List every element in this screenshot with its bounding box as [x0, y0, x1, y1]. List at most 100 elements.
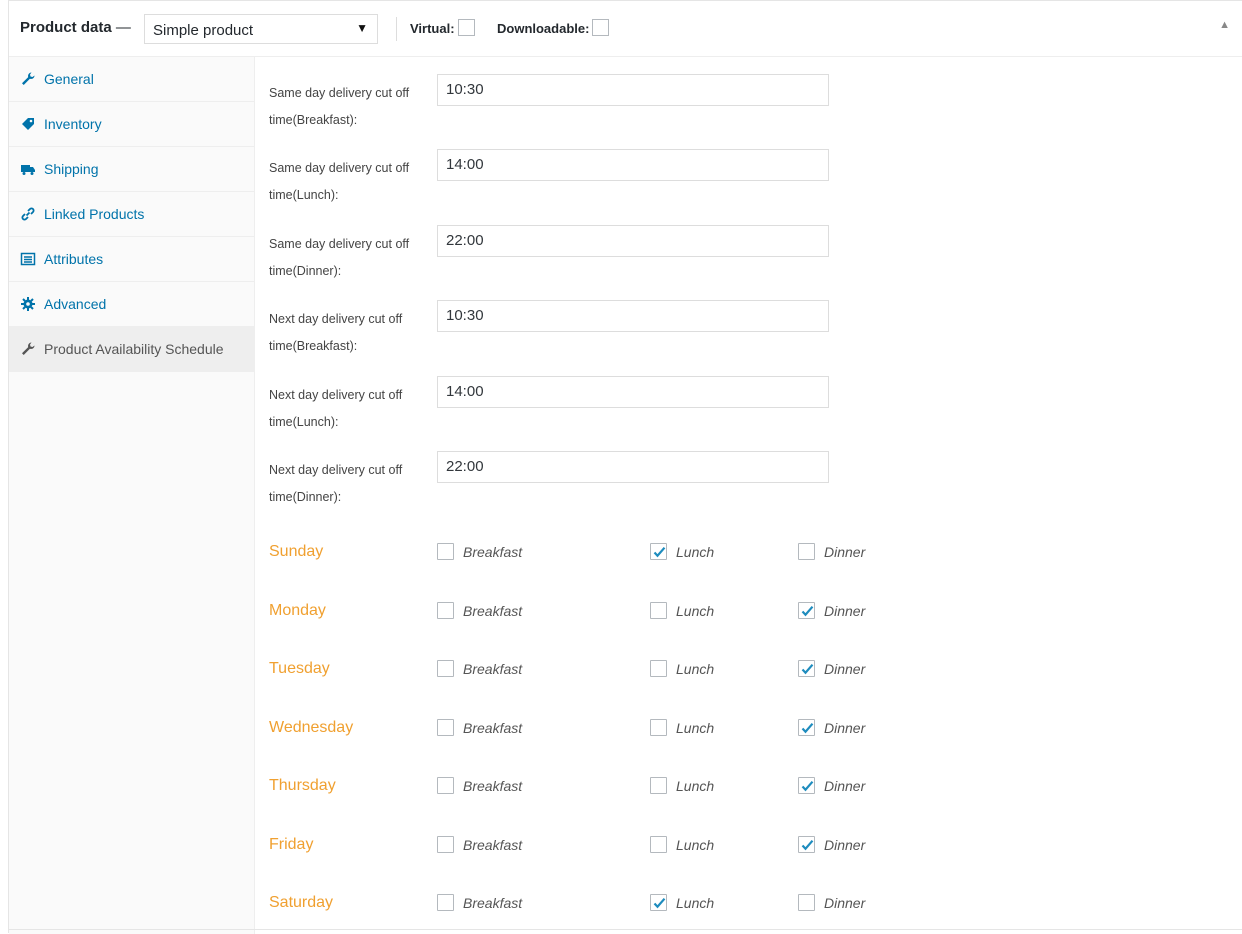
- cutoff-label: Next day delivery cut off time(Breakfast…: [269, 312, 403, 353]
- schedule-panel: Same day delivery cut off time(Breakfast…: [255, 57, 1242, 934]
- dinner-label: Dinner: [824, 720, 866, 736]
- dinner-checkbox[interactable]: [798, 660, 815, 677]
- dinner-checkbox[interactable]: [798, 543, 815, 560]
- cutoff-label: Same day delivery cut off time(Dinner):: [269, 237, 410, 278]
- tab-label: Advanced: [44, 296, 107, 312]
- schedule-row-wednesday: Wednesday Breakfast Lunch Dinner: [269, 715, 969, 745]
- product-data-panel: Product data — Simple product ▼ Virtual:…: [8, 0, 1242, 934]
- checkmark-icon: [653, 897, 666, 909]
- dinner-checkbox[interactable]: [798, 719, 815, 736]
- cutoff-field: Same day delivery cut off time(Breakfast…: [269, 74, 869, 134]
- downloadable-checkbox[interactable]: [592, 19, 609, 36]
- downloadable-label: Downloadable:: [497, 21, 590, 36]
- dinner-label: Dinner: [824, 837, 866, 853]
- breakfast-checkbox[interactable]: [437, 836, 454, 853]
- header-divider: [396, 17, 397, 41]
- checkmark-icon: [801, 839, 814, 851]
- schedule-row-monday: Monday Breakfast Lunch Dinner: [269, 598, 969, 628]
- cutoff-input-same-day-dinner[interactable]: 22:00: [437, 225, 829, 257]
- tab-inventory[interactable]: Inventory: [9, 102, 254, 147]
- checkmark-icon: [801, 722, 814, 734]
- breakfast-checkbox[interactable]: [437, 660, 454, 677]
- lunch-checkbox[interactable]: [650, 719, 667, 736]
- tab-product-availability-schedule[interactable]: Product Availability Schedule: [9, 327, 254, 372]
- dinner-label: Dinner: [824, 544, 866, 560]
- lunch-label: Lunch: [676, 544, 715, 560]
- lunch-checkbox[interactable]: [650, 836, 667, 853]
- tab-label: General: [44, 71, 94, 87]
- link-icon: [21, 207, 35, 221]
- schedule-row-saturday: Saturday Breakfast Lunch Dinner: [269, 890, 969, 920]
- cutoff-input-same-day-breakfast[interactable]: 10:30: [437, 74, 829, 106]
- cutoff-input-same-day-lunch[interactable]: 14:00: [437, 149, 829, 181]
- breakfast-checkbox[interactable]: [437, 777, 454, 794]
- panel-bottom-border: [9, 929, 1242, 930]
- title-dash: —: [115, 19, 131, 36]
- breakfast-label: Breakfast: [463, 661, 523, 677]
- breakfast-label: Breakfast: [463, 603, 523, 619]
- lunch-checkbox[interactable]: [650, 543, 667, 560]
- breakfast-checkbox[interactable]: [437, 719, 454, 736]
- chevron-down-icon: ▼: [356, 21, 368, 35]
- lunch-checkbox[interactable]: [650, 777, 667, 794]
- lunch-checkbox[interactable]: [650, 894, 667, 911]
- day-label: Monday: [269, 602, 326, 619]
- tab-attributes[interactable]: Attributes: [9, 237, 254, 282]
- checkmark-icon: [801, 605, 814, 617]
- panel-header: Product data — Simple product ▼ Virtual:…: [9, 1, 1242, 57]
- tab-label: Attributes: [44, 251, 104, 267]
- schedule-row-friday: Friday Breakfast Lunch Dinner: [269, 832, 969, 862]
- tab-linked-products[interactable]: Linked Products: [9, 192, 254, 237]
- day-label: Thursday: [269, 777, 336, 794]
- breakfast-checkbox[interactable]: [437, 602, 454, 619]
- cutoff-field: Next day delivery cut off time(Breakfast…: [269, 300, 869, 360]
- collapse-arrow-icon[interactable]: ▲: [1219, 19, 1230, 31]
- lunch-label: Lunch: [676, 720, 715, 736]
- tab-label: Shipping: [44, 161, 99, 177]
- cutoff-input-next-day-dinner[interactable]: 22:00: [437, 451, 829, 483]
- dinner-label: Dinner: [824, 603, 866, 619]
- lunch-label: Lunch: [676, 778, 715, 794]
- virtual-label: Virtual:: [410, 21, 455, 36]
- cutoff-field: Same day delivery cut off time(Dinner): …: [269, 225, 869, 285]
- product-type-select[interactable]: Simple product ▼: [144, 14, 378, 44]
- gear-icon: [21, 297, 35, 311]
- cutoff-field: Same day delivery cut off time(Lunch): 1…: [269, 149, 869, 209]
- lunch-label: Lunch: [676, 603, 715, 619]
- lunch-label: Lunch: [676, 837, 715, 853]
- lunch-checkbox[interactable]: [650, 660, 667, 677]
- tab-general[interactable]: General: [9, 57, 254, 102]
- day-label: Saturday: [269, 894, 334, 911]
- tab-label: Product Availability Schedule: [44, 341, 224, 357]
- list-icon: [20, 252, 36, 266]
- dinner-checkbox[interactable]: [798, 777, 815, 794]
- cutoff-input-next-day-lunch[interactable]: 14:00: [437, 376, 829, 408]
- breakfast-label: Breakfast: [463, 720, 523, 736]
- wrench-icon: [22, 72, 35, 85]
- lunch-checkbox[interactable]: [650, 602, 667, 619]
- virtual-checkbox[interactable]: [458, 19, 475, 36]
- breakfast-checkbox[interactable]: [437, 543, 454, 560]
- breakfast-checkbox[interactable]: [437, 894, 454, 911]
- tab-advanced[interactable]: Advanced: [9, 282, 254, 327]
- product-data-tabs: General Inventory Shipping Linked Produc…: [9, 57, 255, 934]
- truck-icon: [21, 165, 35, 175]
- dinner-label: Dinner: [824, 895, 866, 911]
- dinner-checkbox[interactable]: [798, 894, 815, 911]
- dinner-label: Dinner: [824, 661, 866, 677]
- cutoff-label: Next day delivery cut off time(Dinner):: [269, 463, 403, 504]
- dinner-checkbox[interactable]: [798, 836, 815, 853]
- day-label: Friday: [269, 836, 314, 853]
- schedule-row-tuesday: Tuesday Breakfast Lunch Dinner: [269, 656, 969, 686]
- tab-label: Inventory: [44, 116, 102, 132]
- cutoff-input-next-day-breakfast[interactable]: 10:30: [437, 300, 829, 332]
- tab-shipping[interactable]: Shipping: [9, 147, 254, 192]
- cutoff-field: Next day delivery cut off time(Lunch): 1…: [269, 376, 869, 436]
- panel-title-text: Product data: [20, 19, 112, 36]
- breakfast-label: Breakfast: [463, 778, 523, 794]
- cutoff-field: Next day delivery cut off time(Dinner): …: [269, 451, 869, 511]
- cutoff-label: Same day delivery cut off time(Breakfast…: [269, 86, 410, 127]
- checkmark-icon: [801, 663, 814, 675]
- dinner-label: Dinner: [824, 778, 866, 794]
- dinner-checkbox[interactable]: [798, 602, 815, 619]
